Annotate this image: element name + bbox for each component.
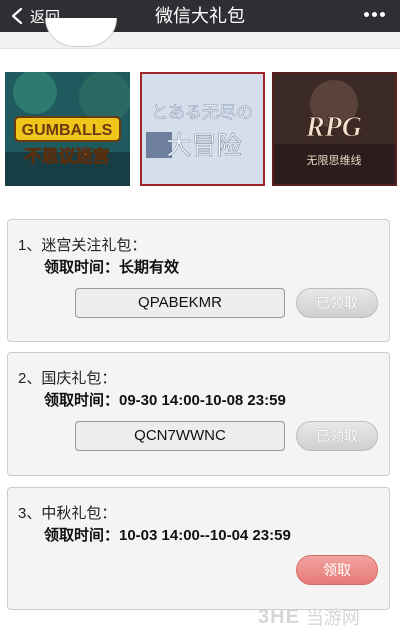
- gift-code-field[interactable]: QCN7WWNC: [75, 421, 285, 451]
- banner-gumballs-text: GUMBALLS: [22, 122, 113, 139]
- gift-time: 领取时间：10-03 14:00--10-04 23:59: [44, 527, 291, 544]
- gift-title: 2、国庆礼包：: [18, 370, 117, 387]
- more-icon[interactable]: [364, 12, 386, 20]
- banner-gumballs-sub: 不思议迷宫: [25, 146, 110, 167]
- gumballs-banner[interactable]: GUMBALLS 不思议迷宫: [5, 72, 130, 186]
- avatar-frame: [45, 18, 117, 47]
- claimed-button[interactable]: 已领取: [296, 421, 378, 451]
- banner-rpg-sub: 无限思维线: [307, 153, 362, 167]
- banner-rpg-text: RPG: [305, 112, 362, 143]
- gift-card: 1、迷宫关注礼包： 领取时间：长期有效 QPABEKMR 已领取: [7, 219, 390, 342]
- gift-title: 1、迷宫关注礼包：: [18, 237, 147, 254]
- watermark-logo: 3HE: [258, 605, 300, 628]
- claimed-button[interactable]: 已领取: [296, 288, 378, 318]
- banner-toaru-sub: 大冒险: [166, 131, 241, 160]
- gift-code-field[interactable]: QPABEKMR: [75, 288, 285, 318]
- gift-card: 2、国庆礼包： 领取时间：09-30 14:00-10-08 23:59 QCN…: [7, 352, 390, 476]
- gift-time: 领取时间：长期有效: [44, 259, 180, 276]
- watermark: 3HE 当游网: [258, 605, 360, 629]
- gift-card: 3、中秋礼包： 领取时间：10-03 14:00--10-04 23:59 领取: [7, 487, 390, 610]
- toaru-banner[interactable]: とある无尽の 大冒险: [140, 72, 265, 186]
- gift-time: 领取时间：09-30 14:00-10-08 23:59: [44, 392, 286, 409]
- header-strip: [0, 18, 400, 49]
- watermark-site: 当游网: [305, 608, 360, 628]
- banner-toaru-text: とある无尽の: [151, 103, 253, 123]
- game-banners: GUMBALLS 不思议迷宫 とある无尽の 大冒险 RPG 无限思维线: [5, 72, 397, 188]
- claim-button[interactable]: 领取: [296, 555, 378, 585]
- rpg-banner[interactable]: RPG 无限思维线: [272, 72, 397, 186]
- gift-title: 3、中秋礼包：: [18, 505, 117, 522]
